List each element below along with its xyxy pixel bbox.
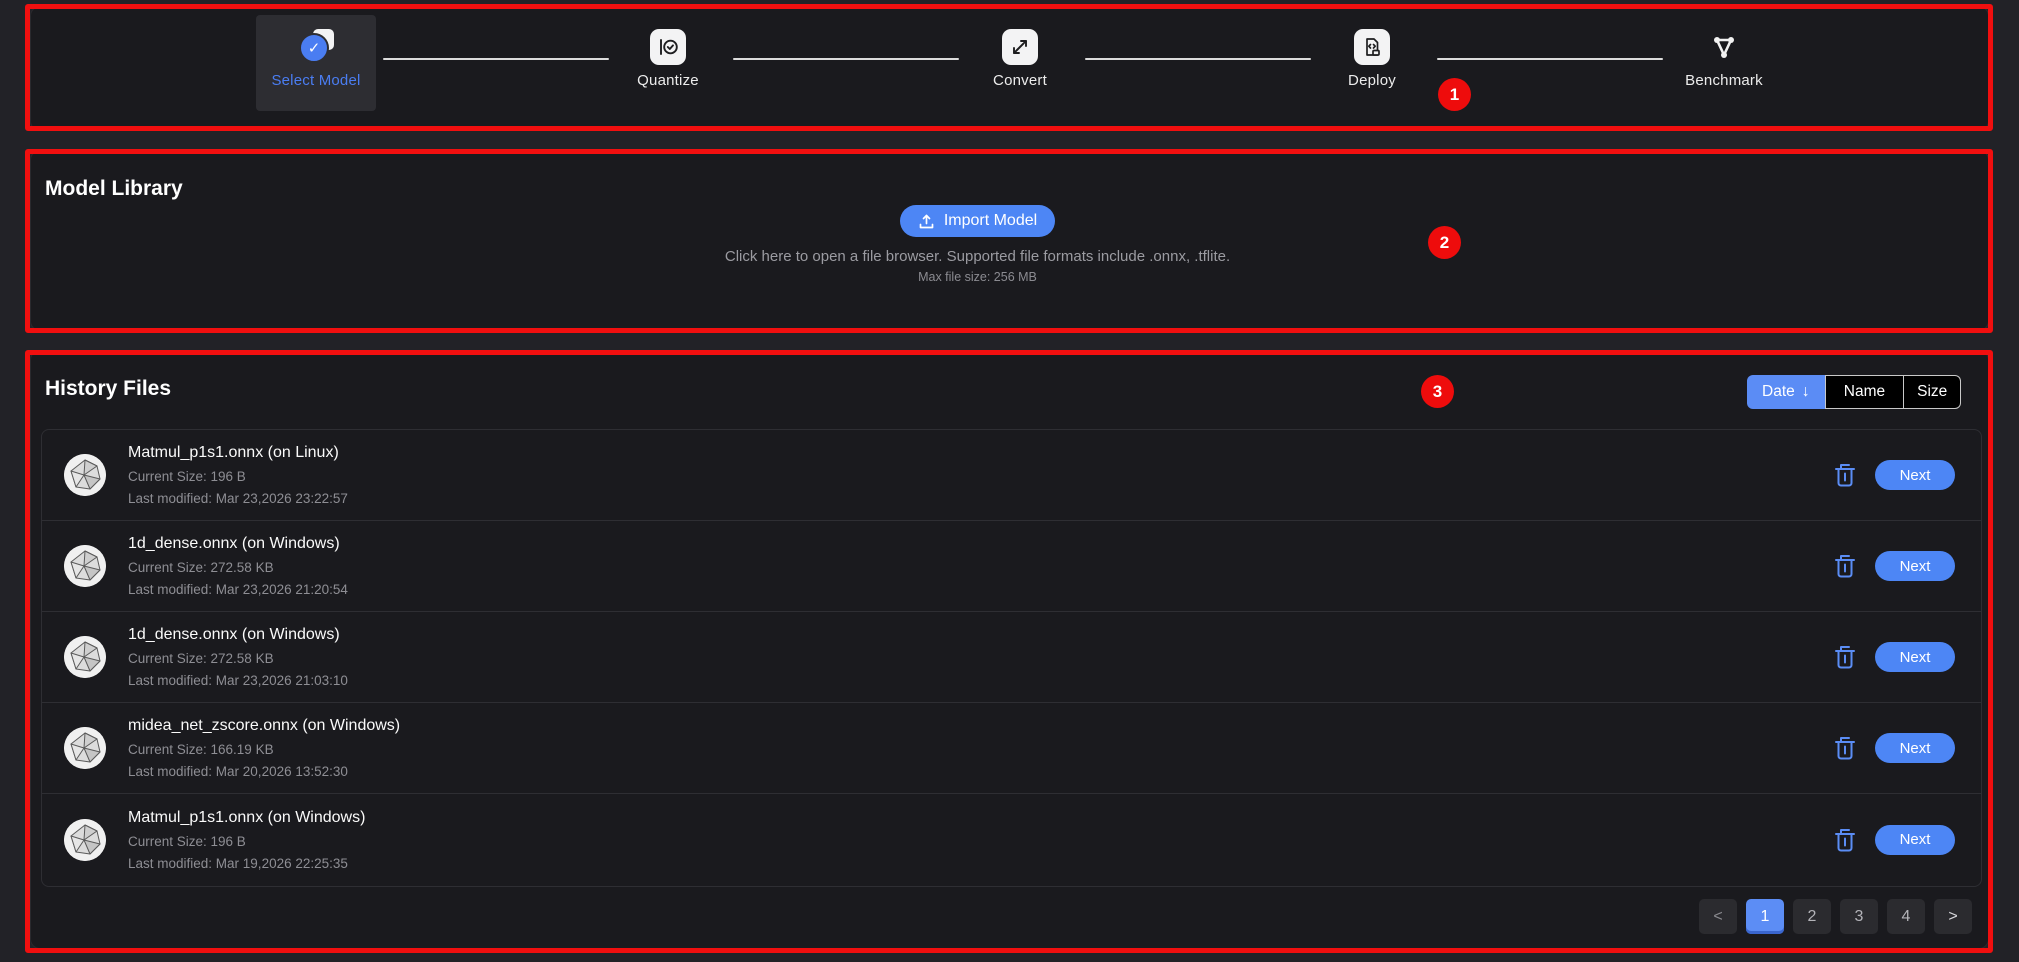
- model-library-card: Model Library Import Model Click here to…: [30, 150, 1989, 331]
- onnx-model-icon: [64, 636, 106, 678]
- trash-icon: [1833, 827, 1857, 853]
- file-modified: Last modified: Mar 19,2026 22:25:35: [128, 856, 365, 871]
- onnx-model-icon: [64, 727, 106, 769]
- file-modified: Last modified: Mar 23,2026 23:22:57: [128, 491, 348, 506]
- pagination: < 1 2 3 4 >: [1699, 899, 1972, 934]
- trash-icon: [1833, 462, 1857, 488]
- history-files-title: History Files: [45, 377, 171, 401]
- file-modified: Last modified: Mar 23,2026 21:03:10: [128, 673, 348, 688]
- delete-button[interactable]: [1833, 462, 1857, 488]
- file-size: Current Size: 196 B: [128, 834, 365, 849]
- file-modified: Last modified: Mar 23,2026 21:20:54: [128, 582, 348, 597]
- upload-icon: [918, 213, 935, 230]
- step-label: Deploy: [1348, 72, 1396, 89]
- delete-button[interactable]: [1833, 644, 1857, 670]
- pagination-page-4[interactable]: 4: [1887, 899, 1925, 934]
- file-name: 1d_dense.onnx (on Windows): [128, 626, 348, 644]
- code-file-icon: [1354, 29, 1390, 65]
- file-name: 1d_dense.onnx (on Windows): [128, 535, 348, 553]
- pagination-prev-button[interactable]: <: [1699, 899, 1737, 934]
- pagination-page-1[interactable]: 1: [1746, 899, 1784, 934]
- onnx-model-icon: [64, 819, 106, 861]
- swap-arrows-icon: [1002, 29, 1038, 65]
- model-library-title: Model Library: [45, 177, 183, 201]
- stepper-card: ✓ Select Model Quantize Convert: [30, 6, 1989, 131]
- onnx-model-icon: [64, 454, 106, 496]
- arrow-down-icon: ↓: [1802, 383, 1810, 401]
- step-label: Quantize: [637, 72, 699, 89]
- step-deploy[interactable]: Deploy: [1302, 29, 1442, 89]
- trash-icon: [1833, 735, 1857, 761]
- next-button[interactable]: Next: [1875, 642, 1955, 672]
- step-connector: [1437, 58, 1663, 60]
- trash-icon: [1833, 644, 1857, 670]
- step-label: Select Model: [271, 72, 360, 89]
- step-quantize[interactable]: Quantize: [598, 29, 738, 89]
- step-label: Convert: [993, 72, 1047, 89]
- sort-by-date-button[interactable]: Date ↓: [1747, 375, 1825, 409]
- next-button[interactable]: Next: [1875, 825, 1955, 855]
- file-row: Matmul_p1s1.onnx (on Windows) Current Si…: [42, 794, 1981, 885]
- delete-button[interactable]: [1833, 735, 1857, 761]
- gauge-icon: [650, 29, 686, 65]
- max-file-size-note: Max file size: 256 MB: [31, 270, 1924, 284]
- step-connector: [383, 58, 609, 60]
- import-description[interactable]: Click here to open a file browser. Suppo…: [31, 248, 1924, 265]
- sort-by-name-button[interactable]: Name: [1825, 375, 1904, 409]
- pages-check-icon: ✓: [297, 29, 335, 65]
- sort-date-label: Date: [1762, 383, 1795, 401]
- file-row: midea_net_zscore.onnx (on Windows) Curre…: [42, 703, 1981, 794]
- pagination-page-3[interactable]: 3: [1840, 899, 1878, 934]
- step-label: Benchmark: [1685, 72, 1763, 89]
- step-connector: [1085, 58, 1311, 60]
- file-name: Matmul_p1s1.onnx (on Windows): [128, 809, 365, 827]
- file-modified: Last modified: Mar 20,2026 13:52:30: [128, 764, 400, 779]
- file-name: midea_net_zscore.onnx (on Windows): [128, 717, 400, 735]
- history-file-list: Matmul_p1s1.onnx (on Linux) Current Size…: [41, 429, 1982, 887]
- pagination-next-button[interactable]: >: [1934, 899, 1972, 934]
- file-size: Current Size: 272.58 KB: [128, 560, 348, 575]
- delete-button[interactable]: [1833, 553, 1857, 579]
- triangle-nodes-icon: [1706, 29, 1742, 65]
- step-connector: [733, 58, 959, 60]
- pagination-page-2[interactable]: 2: [1793, 899, 1831, 934]
- history-files-card: History Files Date ↓ Name Size: [30, 350, 1989, 949]
- delete-button[interactable]: [1833, 827, 1857, 853]
- file-row: Matmul_p1s1.onnx (on Linux) Current Size…: [42, 430, 1981, 521]
- step-convert[interactable]: Convert: [950, 29, 1090, 89]
- step-benchmark[interactable]: Benchmark: [1654, 29, 1794, 89]
- next-button[interactable]: Next: [1875, 551, 1955, 581]
- file-name: Matmul_p1s1.onnx (on Linux): [128, 444, 348, 462]
- chevron-left-icon: <: [1713, 908, 1722, 926]
- file-row: 1d_dense.onnx (on Windows) Current Size:…: [42, 612, 1981, 703]
- file-row: 1d_dense.onnx (on Windows) Current Size:…: [42, 521, 1981, 612]
- next-button[interactable]: Next: [1875, 733, 1955, 763]
- import-model-button[interactable]: Import Model: [900, 205, 1055, 237]
- next-button[interactable]: Next: [1875, 460, 1955, 490]
- file-size: Current Size: 196 B: [128, 469, 348, 484]
- trash-icon: [1833, 553, 1857, 579]
- file-size: Current Size: 272.58 KB: [128, 651, 348, 666]
- file-size: Current Size: 166.19 KB: [128, 742, 400, 757]
- step-select-model[interactable]: ✓ Select Model: [246, 29, 386, 89]
- onnx-model-icon: [64, 545, 106, 587]
- chevron-right-icon: >: [1948, 908, 1957, 926]
- import-model-label: Import Model: [944, 212, 1037, 230]
- sort-button-group: Date ↓ Name Size: [1747, 375, 1961, 409]
- sort-by-size-button[interactable]: Size: [1904, 375, 1961, 409]
